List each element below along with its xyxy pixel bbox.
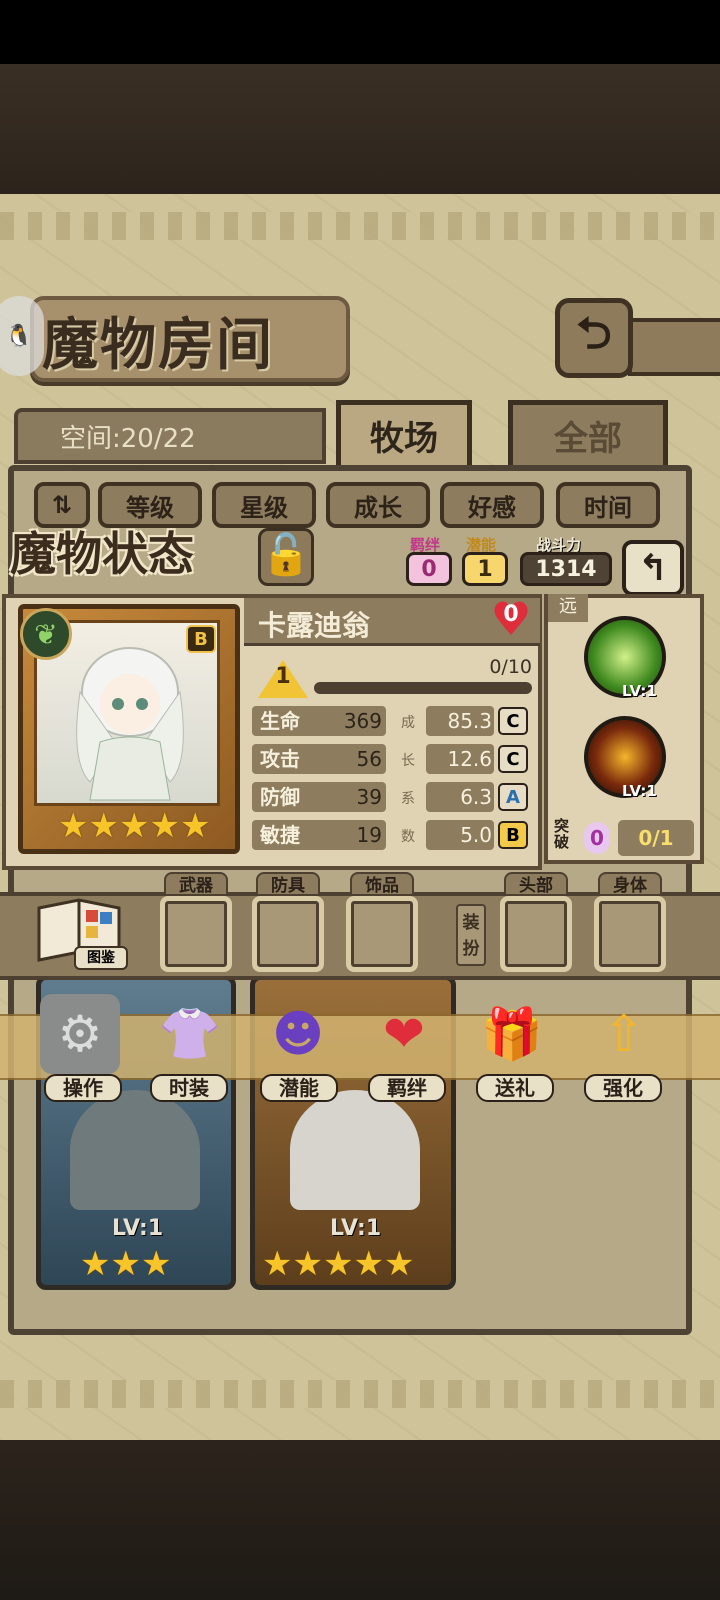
stat-hp-value: 369: [343, 709, 382, 733]
potential-value: 1: [462, 552, 508, 586]
stat-def-value: 39: [356, 785, 382, 809]
star-icon: ★: [88, 806, 119, 846]
demon-icon[interactable]: ☻: [258, 994, 338, 1074]
star-icon: ★: [140, 1244, 172, 1284]
star-icon: ★: [292, 1244, 323, 1284]
monster-name: 卡露迪翁: [258, 609, 371, 642]
break-label: 突破: [554, 817, 570, 851]
skill-1-level: LV:1: [622, 682, 657, 700]
weapon-label: 武器: [164, 872, 228, 896]
star-icon: ★: [118, 806, 150, 846]
weapon-slot[interactable]: [160, 896, 232, 972]
star-icon: ★: [110, 1244, 141, 1284]
list-card-1-level: LV:1: [112, 1216, 164, 1241]
monster-portrait: [76, 647, 184, 801]
star-icon: ★: [322, 1244, 354, 1284]
grade-hp: C: [498, 707, 528, 735]
head-slot[interactable]: [500, 896, 572, 972]
growth-agi-value: 5.0: [460, 823, 492, 847]
break-value: 0: [584, 822, 610, 854]
growth-char-4: 数: [401, 829, 415, 845]
floating-assistant-icon[interactable]: 🐧: [0, 296, 44, 376]
monster-level: 1: [275, 664, 291, 689]
list-card-2-stars: ★★★★★: [262, 1244, 414, 1284]
star-icon: ★: [149, 806, 180, 846]
bottom-background: [0, 1440, 720, 1600]
gear-icon[interactable]: ⚙: [40, 994, 120, 1074]
tab-farm[interactable]: 牧场: [336, 400, 472, 470]
armor-slot[interactable]: [252, 896, 324, 972]
sort-growth-button[interactable]: 成长: [326, 482, 430, 528]
costume-button[interactable]: 时装: [150, 1074, 228, 1102]
sort-star-button[interactable]: 星级: [212, 482, 316, 528]
operate-button[interactable]: 操作: [44, 1074, 122, 1102]
star-icon: ★: [383, 1244, 415, 1284]
space-counter: 空间:20/22: [60, 424, 196, 454]
return-icon: ⮌: [576, 307, 612, 359]
bottom-zigzag-border: [0, 1380, 720, 1408]
gift-button[interactable]: 送礼: [476, 1074, 554, 1102]
sort-time-button[interactable]: 时间: [556, 482, 660, 528]
shirt-icon[interactable]: 👚: [150, 994, 230, 1074]
list-card-2-level: LV:1: [330, 1216, 382, 1241]
status-title: 魔物状态: [10, 527, 194, 581]
skill-2-level: LV:1: [622, 782, 657, 800]
lock-icon[interactable]: 🔓: [258, 528, 314, 586]
potential-button[interactable]: 潜能: [260, 1074, 338, 1102]
rank-badge: B: [186, 625, 216, 653]
sort-affection-button[interactable]: 好感: [440, 482, 544, 528]
affection-value: 0: [503, 602, 519, 627]
head-label: 头部: [504, 872, 568, 896]
return-icon: ↰: [637, 547, 669, 589]
list-card-1-stars: ★★★: [80, 1244, 171, 1284]
growth-char-1: 成: [401, 715, 415, 731]
range-tag: 远: [548, 594, 588, 622]
bond-button[interactable]: 羁绊: [368, 1074, 446, 1102]
upgrade-arrows-icon[interactable]: ⇧: [584, 994, 664, 1074]
growth-atk-value: 12.6: [447, 747, 492, 771]
grade-agi: B: [498, 821, 528, 849]
stat-agi-value: 19: [356, 823, 382, 847]
growth-char-2: 长: [401, 753, 415, 769]
body-label: 身体: [598, 872, 662, 896]
grade-atk: C: [498, 745, 528, 773]
accessory-slot[interactable]: [346, 896, 418, 972]
star-icon: ★: [80, 1244, 111, 1284]
growth-def-value: 6.3: [460, 785, 492, 809]
list-card-1-portrait: [70, 1090, 200, 1210]
sort-direction-icon: ⇅: [51, 491, 73, 519]
top-background: [0, 64, 720, 194]
page-title: 魔物房间: [42, 312, 274, 378]
leaf-element-icon: ❦: [20, 608, 72, 660]
list-card-2-portrait: [290, 1090, 420, 1210]
exp-text: 0/10: [489, 656, 532, 678]
back-plate: [628, 318, 720, 376]
break-progress: 0/1: [618, 820, 694, 856]
growth-hp-value: 85.3: [447, 709, 492, 733]
tab-all[interactable]: 全部: [508, 400, 668, 470]
star-icon: ★: [179, 806, 211, 846]
monster-stars: ★★★★★: [58, 806, 210, 846]
star-icon: ★: [58, 806, 89, 846]
codex-label[interactable]: 图鉴: [74, 946, 128, 970]
hearts-icon[interactable]: ❤: [364, 994, 444, 1074]
top-zigzag-border: [0, 212, 720, 240]
gift-icon[interactable]: 🎁: [472, 994, 552, 1074]
bond-value: 0: [406, 552, 452, 586]
armor-label: 防具: [256, 872, 320, 896]
exp-bar: [314, 682, 532, 694]
back-button[interactable]: ⮌: [555, 298, 633, 378]
body-slot[interactable]: [594, 896, 666, 972]
star-icon: ★: [262, 1244, 293, 1284]
stat-atk-value: 56: [356, 747, 382, 771]
power-value: 1314: [520, 552, 612, 586]
dress-label: 装扮: [456, 904, 486, 966]
status-back-button[interactable]: ↰: [622, 540, 684, 596]
accessory-label: 饰品: [350, 872, 414, 896]
growth-char-3: 系: [401, 791, 415, 807]
enhance-button[interactable]: 强化: [584, 1074, 662, 1102]
status-bar: [0, 0, 720, 64]
grade-def: A: [498, 783, 528, 811]
star-icon: ★: [353, 1244, 384, 1284]
